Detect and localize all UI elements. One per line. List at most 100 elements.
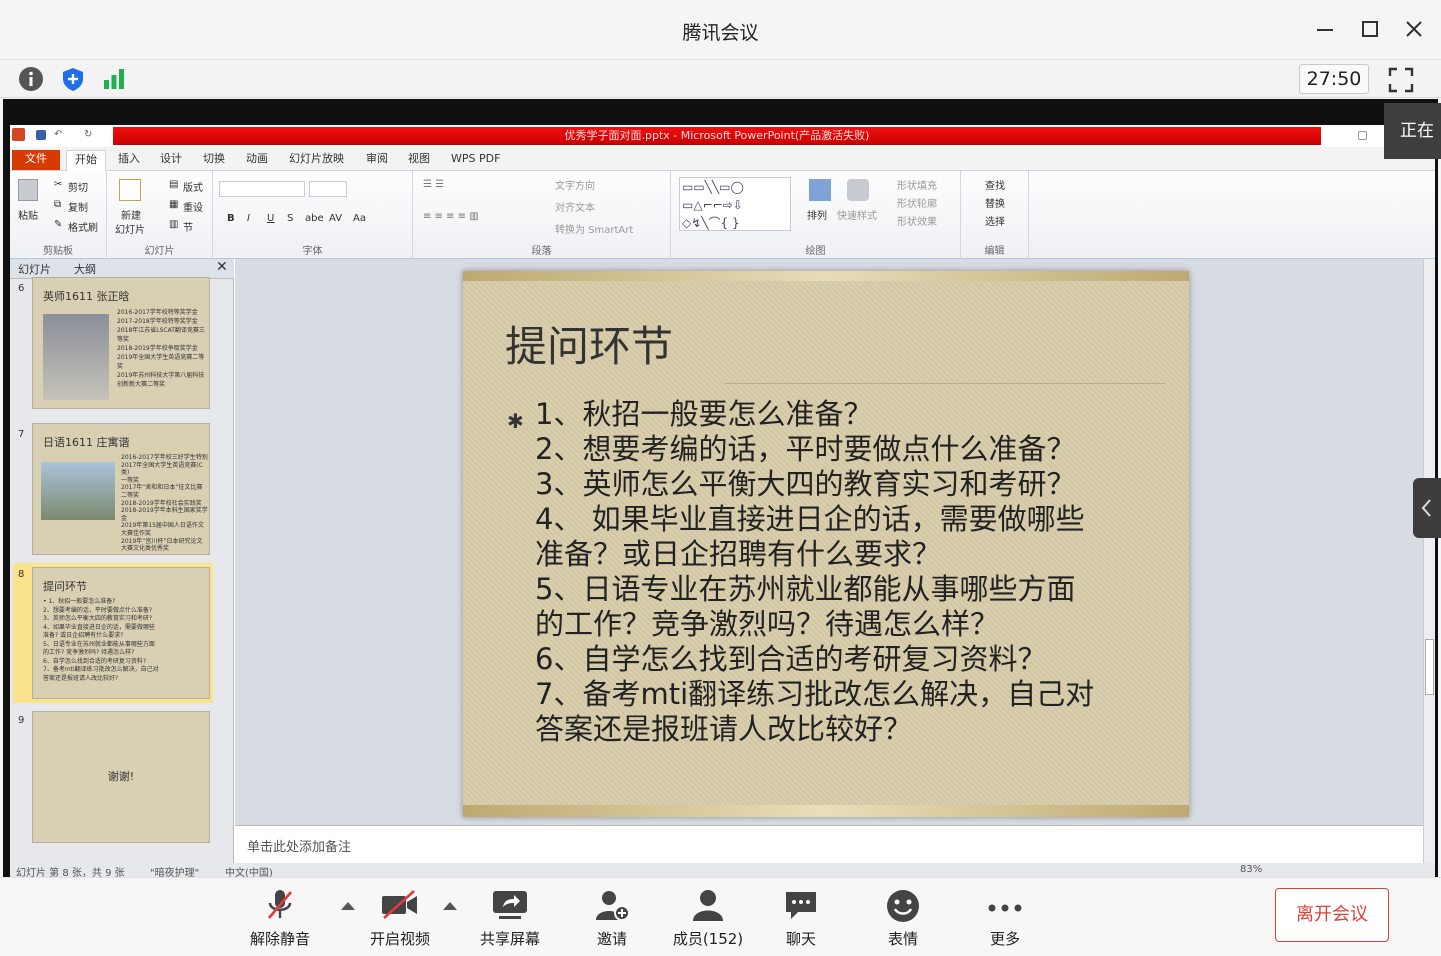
ppt-titlebar: ↶ ↻ 优秀学子面对面.pptx - Microsoft PowerPoint(… [10, 125, 1435, 147]
network-button[interactable] [101, 66, 127, 92]
slide-thumbnail-6[interactable]: 英师1611 张正晗 2016-2017学年校特等奖学金 2017-2018学年校… [32, 277, 210, 409]
camera-off-icon [382, 890, 417, 919]
maximize-icon [1362, 21, 1378, 37]
thumb-text: 2016-2017学年校特等奖学金 2017-2018学年校特等奖学金 2018年江… [117, 309, 205, 388]
shared-screen: ↶ ↻ 优秀学子面对面.pptx - Microsoft PowerPoint(… [3, 99, 1438, 877]
question-line: 答案还是报班请人改比较好？ [535, 712, 913, 746]
smiley-icon [887, 890, 919, 922]
tab-review[interactable]: 审阅 [366, 150, 388, 168]
minimize-button[interactable] [1310, 14, 1340, 44]
slide-thumbnail-9[interactable]: 谢谢! [32, 711, 210, 843]
share-screen-button[interactable]: 共享屏幕 [470, 884, 550, 952]
bold-button[interactable]: B [227, 213, 235, 224]
tab-slides[interactable]: 幻灯片 [18, 261, 51, 277]
shapes-gallery[interactable]: ▭▭╲╲▭◯ ▭△⌐⌐⇨⇩ ◇↯╲⌒{ } [679, 177, 791, 231]
invite-button[interactable]: 邀请 [580, 884, 644, 952]
new-slide-label-1[interactable]: 新建 [121, 207, 141, 222]
tab-wps-pdf[interactable]: WPS PDF [451, 150, 500, 168]
layout-button[interactable]: 版式 [183, 179, 203, 194]
video-options-caret[interactable] [443, 902, 457, 910]
text-direction-button[interactable]: 文字方向 [555, 177, 595, 192]
case-button[interactable]: Aa [353, 213, 366, 224]
leave-meeting-button[interactable]: 离开会议 [1275, 888, 1389, 942]
scroll-thumb[interactable] [1425, 639, 1434, 695]
members-button[interactable]: 成员(152) [666, 884, 750, 952]
reset-button[interactable]: 重设 [183, 199, 203, 214]
smartart-button[interactable]: 转换为 SmartArt [555, 221, 633, 236]
tab-animations[interactable]: 动画 [246, 150, 268, 168]
tab-file[interactable]: 文件 [12, 150, 60, 170]
photo [43, 314, 109, 400]
find-button[interactable]: 查找 [985, 177, 1005, 192]
chat-button[interactable]: 聊天 [770, 884, 832, 952]
shape-effects-button[interactable]: 形状效果 [897, 213, 937, 228]
ribbon-tabs: 文件 开始 插入 设计 切换 动画 幻灯片放映 审阅 视图 WPS PDF [10, 147, 1435, 172]
spacing-button[interactable]: AV [329, 213, 342, 224]
select-button[interactable]: 选择 [985, 213, 1005, 228]
close-panel-icon[interactable]: ✕ [216, 259, 228, 275]
zoom-level[interactable]: 83% [1240, 864, 1262, 875]
side-panel-toggle[interactable] [1413, 478, 1441, 538]
start-video-button[interactable]: 开启视频 [360, 884, 440, 952]
shape-fill-button[interactable]: 形状填充 [897, 177, 937, 192]
close-icon [1406, 21, 1422, 37]
sharing-indicator[interactable]: 正在 [1384, 103, 1441, 159]
underline-button[interactable]: U [267, 213, 274, 224]
font-size-select[interactable] [309, 181, 347, 197]
tab-design[interactable]: 设计 [160, 150, 182, 168]
chat-icon [786, 892, 816, 919]
strike-button[interactable]: S [287, 213, 293, 224]
tab-outline[interactable]: 大纲 [74, 261, 96, 277]
tab-view[interactable]: 视图 [408, 150, 430, 168]
thumb-title: 提问环节 [43, 580, 87, 593]
undo-icon[interactable]: ↶ [54, 128, 67, 141]
tab-home[interactable]: 开始 [66, 150, 106, 172]
current-slide[interactable]: 提问环节 ✱ 1、秋招一般要怎么准备？ 2、想要考编的话，平时要做点什么准备？ … [463, 271, 1189, 817]
maximize-button[interactable] [1355, 14, 1385, 44]
slide-info: 幻灯片 第 8 张，共 9 张 [16, 868, 125, 877]
replace-button[interactable]: 替换 [985, 195, 1005, 210]
more-button[interactable]: 更多 [974, 884, 1036, 952]
info-button[interactable] [18, 66, 44, 92]
slides-panel: 幻灯片 大纲 ✕ 6 英师1611 张正晗 2016-2017学年校特等奖学金 2… [10, 259, 234, 873]
shadow-button[interactable]: abe [305, 213, 324, 224]
align-text-button[interactable]: 对齐文本 [555, 199, 595, 214]
bullets-icon[interactable]: ☰ ☰ [423, 179, 444, 190]
ppt-status-bar: 幻灯片 第 8 张，共 9 张 "暗夜护理" 中文(中国) 83% [10, 863, 1435, 877]
close-button[interactable] [1399, 14, 1429, 44]
cut-button[interactable]: 剪切 [68, 179, 88, 194]
paste-button[interactable]: 粘贴 [18, 207, 38, 222]
font-family-select[interactable] [219, 181, 305, 197]
section-button[interactable]: 节 [183, 219, 193, 234]
align-icons[interactable]: ≡ ≡ ≡ ≡ ▥ [423, 211, 479, 222]
audio-options-caret[interactable] [341, 902, 355, 910]
notes-pane[interactable]: 单击此处添加备注 [235, 825, 1423, 861]
tab-slideshow[interactable]: 幻灯片放映 [289, 150, 344, 168]
shape-outline-button[interactable]: 形状轮廓 [897, 195, 937, 210]
fullscreen-button[interactable] [1387, 66, 1415, 94]
cut-icon: ✂ [54, 179, 63, 190]
slide-thumbnail-8[interactable]: 提问环节 • 1、秋招一般要怎么准备? 2、想要考编的话，平时要做点什么准备? 3、… [32, 567, 210, 699]
quick-styles-button[interactable]: 快速样式 [837, 207, 877, 222]
unmute-label: 解除静音 [249, 930, 310, 948]
format-painter-button[interactable]: 格式刷 [68, 219, 98, 234]
slide-body[interactable]: 1、秋招一般要怎么准备？ 2、想要考编的话，平时要做点什么准备？ 3、英师怎么平… [535, 397, 1175, 747]
slide-title[interactable]: 提问环节 [505, 313, 673, 374]
section-icon: ▥ [169, 219, 179, 230]
arrange-button[interactable]: 排列 [807, 207, 827, 222]
italic-button[interactable]: I [247, 213, 250, 224]
slides-label: 幻灯片 [144, 246, 175, 257]
save-icon[interactable] [36, 130, 46, 140]
tab-transitions[interactable]: 切换 [203, 150, 225, 168]
tab-insert[interactable]: 插入 [118, 150, 140, 168]
reactions-button[interactable]: 表情 [872, 884, 934, 952]
meeting-toolbar [0, 60, 1441, 98]
security-button[interactable] [60, 66, 86, 92]
redo-icon[interactable]: ↻ [84, 128, 97, 141]
new-slide-label-2[interactable]: 幻灯片 [115, 221, 145, 236]
unmute-button[interactable]: 解除静音 [240, 884, 320, 952]
restore-icon[interactable] [1358, 131, 1367, 140]
vertical-scrollbar[interactable] [1423, 259, 1435, 873]
copy-button[interactable]: 复制 [68, 199, 88, 214]
slide-thumbnail-7[interactable]: 日语1611 庄寓谐 2016-2017学年校三好学生特别 2017年全国大学生英… [32, 423, 210, 555]
